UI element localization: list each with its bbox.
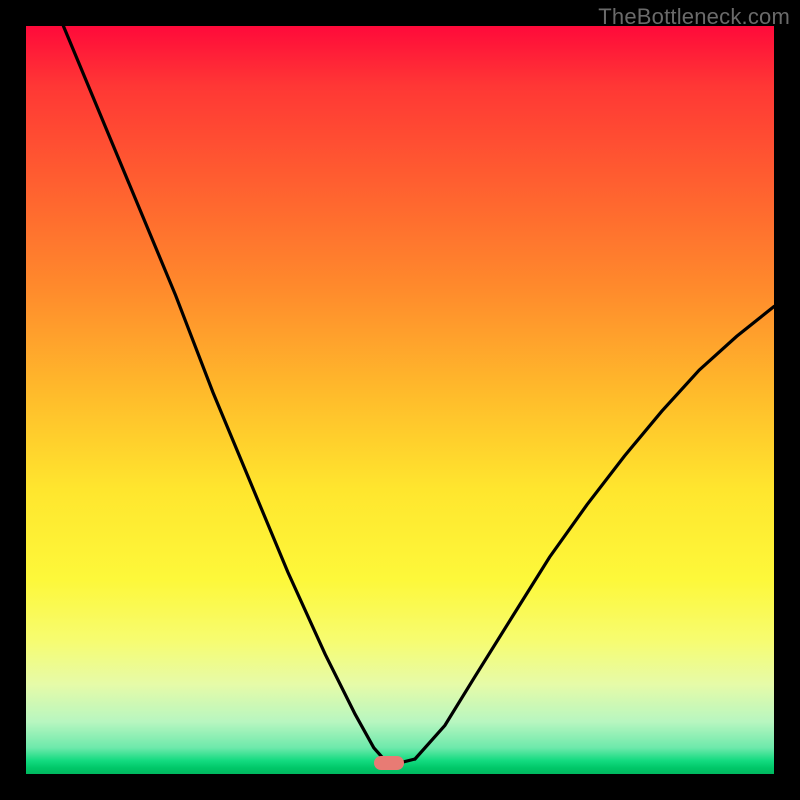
watermark-text: TheBottleneck.com bbox=[598, 4, 790, 30]
curve-left bbox=[63, 26, 385, 761]
curve-right bbox=[415, 307, 774, 760]
optimal-marker bbox=[374, 756, 404, 770]
chart-frame: TheBottleneck.com bbox=[0, 0, 800, 800]
bottleneck-curve bbox=[26, 26, 774, 774]
plot-area bbox=[26, 26, 774, 774]
